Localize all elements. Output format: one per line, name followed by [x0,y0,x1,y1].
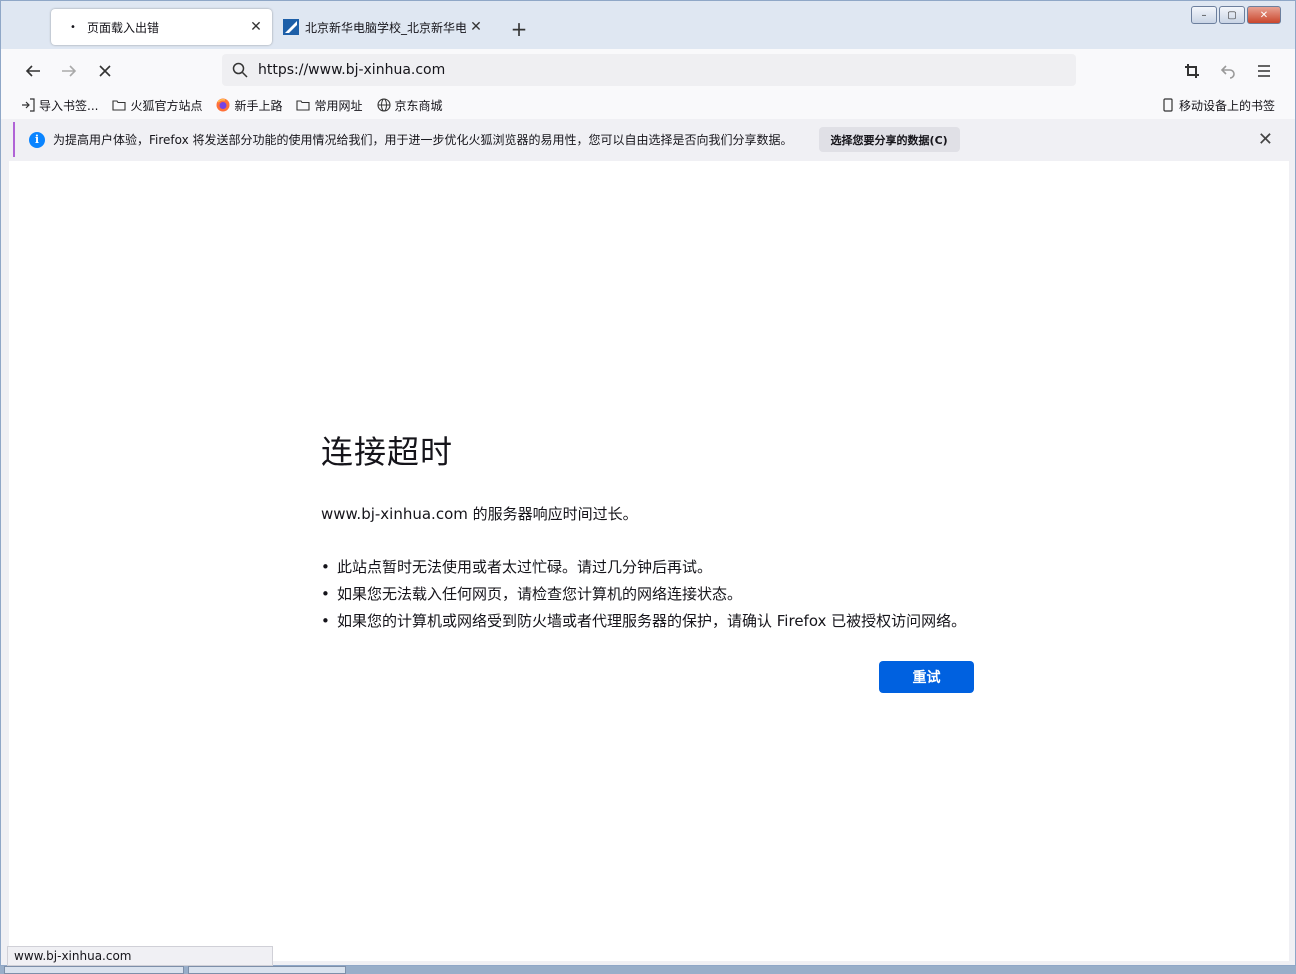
error-message: www.bj-xinhua.com 的服务器响应时间过长。 [321,505,638,523]
tab-close-icon[interactable]: ✕ [246,17,266,37]
tab-label: 页面载入出错 [87,20,160,35]
maximize-icon[interactable]: ▢ [1219,6,1245,24]
bookmark-import[interactable]: 导入书签... [17,94,102,116]
info-icon: i [29,131,45,148]
loading-dot-icon: • [70,21,76,33]
bookmark-label: 新手上路 [234,98,283,113]
screenshot-crop-icon[interactable] [1178,57,1206,85]
mobile-bookmarks-label: 移动设备上的书签 [1178,98,1275,113]
folder-icon [112,98,127,112]
firefox-icon [216,98,230,112]
bookmarks-toolbar: 导入书签... 火狐官方站点 新手上路 常用网址 京东商城 移动设备上的书签 [1,91,1295,119]
error-title: 连接超时 [321,433,454,471]
menu-hamburger-icon[interactable] [1250,57,1278,85]
bookmark-jd[interactable]: 京东商城 [373,94,447,116]
taskbar-button[interactable] [4,966,184,974]
list-item: 如果您的计算机或网络受到防火墙或者代理服务器的保护，请确认 Firefox 已被… [321,608,981,635]
tab-active[interactable]: • 页面载入出错 ✕ [51,9,272,45]
retry-button[interactable]: 重试 [879,661,974,693]
telemetry-notification-bar: i 为提高用户体验，Firefox 将发送部分功能的使用情况给我们，用于进一步优… [13,122,1287,157]
window-controls: – ▢ ✕ [1189,6,1281,24]
bookmark-getting-started[interactable]: 新手上路 [212,94,286,116]
site-favicon-icon [283,19,299,35]
list-item: 如果您无法载入任何网页，请检查您计算机的网络连接状态。 [321,581,981,608]
mobile-device-icon [1161,98,1175,112]
new-tab-plus-icon[interactable]: + [507,17,531,41]
notification-text: 为提高用户体验，Firefox 将发送部分功能的使用情况给我们，用于进一步优化火… [53,133,793,147]
list-item: 此站点暂时无法使用或者太过忙碌。请过几分钟后再试。 [321,554,981,581]
error-tips: 此站点暂时无法使用或者太过忙碌。请过几分钟后再试。 如果您无法载入任何网页，请检… [321,554,981,635]
page-content: 连接超时 www.bj-xinhua.com 的服务器响应时间过长。 此站点暂时… [9,161,1289,961]
tab-label: 北京新华电脑学校_北京新华电脑 [305,20,466,35]
taskbar-button[interactable] [188,966,346,974]
bookmark-folder-common[interactable]: 常用网址 [292,94,366,116]
choose-data-button[interactable]: 选择您要分享的数据(C) [818,127,960,152]
tab-close-icon[interactable]: ✕ [466,17,486,37]
undo-arrow-icon[interactable] [1214,57,1242,85]
bookmark-label: 常用网址 [314,98,363,113]
notification-close-icon[interactable]: ✕ [1258,129,1273,150]
back-arrow-icon[interactable] [19,57,47,85]
tab-inactive[interactable]: 北京新华电脑学校_北京新华电脑 ✕ [277,9,492,45]
status-bar: www.bj-xinhua.com [7,946,273,966]
window-close-icon[interactable]: ✕ [1247,6,1281,24]
error-panel: 连接超时 www.bj-xinhua.com 的服务器响应时间过长。 此站点暂时… [321,427,981,635]
url-input[interactable] [258,62,958,78]
bookmark-label: 火狐官方站点 [130,98,203,113]
browser-window: • 页面载入出错 ✕ 北京新华电脑学校_北京新华电脑 ✕ + – ▢ ✕ htt… [0,0,1296,966]
bookmark-label: 导入书签... [39,98,99,113]
bookmark-label: 京东商城 [394,98,443,113]
tab-strip: • 页面载入出错 ✕ 北京新华电脑学校_北京新华电脑 ✕ + – ▢ ✕ [1,1,1295,49]
globe-icon [376,98,391,112]
forward-arrow-icon[interactable] [55,57,83,85]
search-icon [224,62,256,78]
nav-bar [1,49,1295,91]
stop-loading-icon[interactable] [91,57,119,85]
mobile-bookmarks[interactable]: 移动设备上的书签 [1157,94,1279,116]
import-icon [21,98,35,112]
url-bar[interactable] [222,54,1076,86]
bookmark-folder-firefox[interactable]: 火狐官方站点 [108,94,206,116]
minimize-icon[interactable]: – [1191,6,1217,24]
folder-icon [296,98,311,112]
